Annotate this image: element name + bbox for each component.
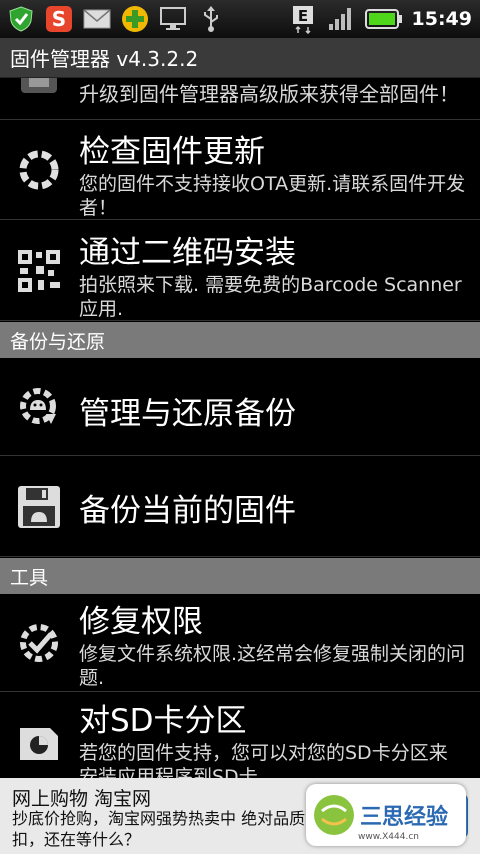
watermark-url: www.X444.cn [358,832,419,842]
upgrade-icon [14,78,64,100]
usb-icon[interactable] [196,4,226,34]
list-item-desc: 您的固件不支持接收OTA更新.请联系固件开发者！ [79,173,466,219]
sogou-input-icon[interactable]: S [44,4,74,34]
battery-icon [364,4,404,34]
list-item-check-update[interactable]: 检查固件更新 您的固件不支持接收OTA更新.请联系固件开发者！ [0,120,480,220]
list-item-backup-current[interactable]: 备份当前的固件 [0,457,480,557]
section-header-tools: 工具 [0,558,480,594]
mail-icon[interactable] [82,4,112,34]
list-item-title: 备份当前的固件 [79,493,296,529]
list-item-title: 检查固件更新 [79,134,265,170]
list-item-title: 对SD卡分区 [79,703,247,739]
list-item-desc: 升级到固件管理器高级版来获得全部固件！ [79,82,459,106]
svg-text:E: E [297,7,307,25]
list-item-fix-permissions[interactable]: 修复权限 修复文件系统权限.这经常会修复强制关闭的问题. [0,594,480,692]
app-title: 固件管理器 v4.3.2.2 [10,47,199,71]
list-item-desc: 修复文件系统权限.这经常会修复强制关闭的问题. [79,643,466,689]
watermark-badge: 三思经验 www.X444.cn [306,784,466,846]
ad-title: 网上购物 淘宝网 [12,788,152,810]
section-title: 备份与还原 [10,330,106,353]
e-network-icon: E [288,4,318,34]
status-bar: S E 15:49 [0,0,480,38]
save-disk-icon [14,482,64,532]
clock-time: 15:49 [411,8,472,30]
ad-text: 抄底价抢购，淘宝网强势热卖中 绝对品质扣，还在等什么？ [12,809,306,849]
svg-text:S: S [52,7,66,31]
section-header-backup: 备份与还原 [0,322,480,358]
gear-check-icon [14,618,64,668]
sd-card-icon [14,718,64,768]
list-item-partition-sd[interactable]: 对SD卡分区 若您的固件支持，您可以对您的SD卡分区来安装应用程序到SD卡. [0,693,480,778]
refresh-gear-icon [14,145,64,195]
list-item-upgrade[interactable]: 升级到固件管理器高级版来获得全部固件！ [0,78,480,120]
list-item-title: 修复权限 [79,604,203,640]
list-item-desc: 拍张照来下载. 需要免费的Barcode Scanner 应用. [79,274,462,320]
list-item-title: 管理与还原备份 [79,396,296,432]
qr-code-icon [14,246,64,296]
app-title-bar: 固件管理器 v4.3.2.2 [0,38,480,78]
list-item-manage-backups[interactable]: 管理与还原备份 [0,358,480,456]
list-item-desc: 若您的固件支持，您可以对您的SD卡分区来安装应用程序到SD卡. [79,742,448,778]
monitor-icon[interactable] [158,4,188,34]
add-app-icon[interactable] [120,4,150,34]
signal-icon [326,4,356,34]
sansi-logo-icon [314,795,354,835]
shield-check-icon[interactable] [6,4,36,34]
list-item-qr-install[interactable]: 通过二维码安装 拍张照来下载. 需要免费的Barcode Scanner 应用. [0,221,480,321]
list-item-title: 通过二维码安装 [79,235,296,271]
watermark-name: 三思经验 [360,805,449,830]
ad-banner[interactable]: 网上购物 淘宝网 抄底价抢购，淘宝网强势热卖中 绝对品质扣，还在等什么？ 三思经… [0,778,480,854]
android-gear-icon [14,382,64,432]
settings-list: 升级到固件管理器高级版来获得全部固件！ 检查固件更新 您的固件不支持接收OTA更… [0,78,480,778]
section-title: 工具 [10,566,49,589]
